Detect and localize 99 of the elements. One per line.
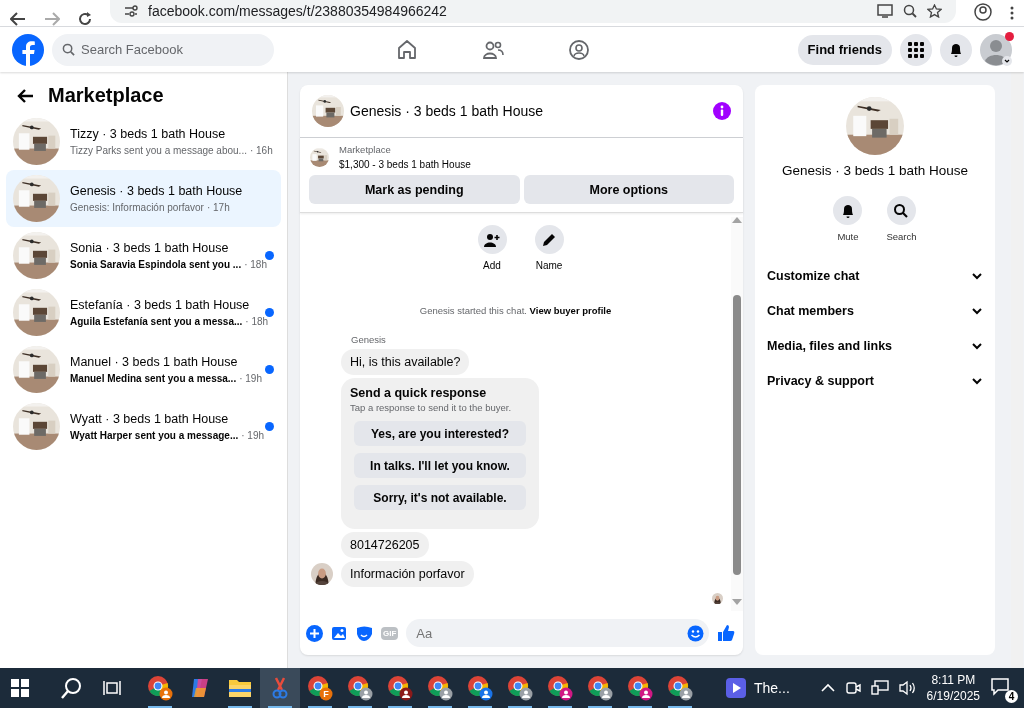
menu-icon[interactable]: [1010, 6, 1014, 20]
sender-name: Genesis: [351, 334, 387, 345]
section-header[interactable]: Media, files and links: [755, 328, 995, 363]
conversation-item[interactable]: Tizzy · 3 beds 1 bath House Tizzy Parks sent you a message abou... · 16h: [6, 113, 281, 170]
message-preview: Aguila Estefanía sent you a messa...: [70, 316, 243, 327]
quick-reply-button[interactable]: Sorry, it's not available.: [354, 485, 526, 510]
timestamp: · 18h: [244, 259, 267, 270]
task-view-icon: [103, 680, 121, 696]
folder-icon: [228, 677, 252, 699]
message-preview: Wyatt Harper sent you a message...: [70, 430, 239, 441]
conversation-item[interactable]: Wyatt · 3 beds 1 bath House Wyatt Harper sent you a message... · 19h: [6, 398, 281, 455]
chat-title: Genesis · 3 beds 1 bath House: [350, 103, 544, 119]
conversation-title: Wyatt · 3 beds 1 bath House: [70, 412, 230, 426]
message-preview: Sonia Saravia Espindola sent you ...: [70, 259, 242, 270]
add-person-button[interactable]: [477, 225, 507, 254]
section-header[interactable]: Customize chat: [755, 258, 995, 293]
star-icon[interactable]: [927, 4, 942, 18]
message-preview: Genesis: Información porfavor: [70, 202, 204, 213]
listing-summary: $1,300 - 3 beds 1 bath House: [339, 159, 471, 170]
chevron-up-icon[interactable]: [820, 683, 835, 693]
zoom-icon[interactable]: [903, 4, 917, 18]
account-avatar[interactable]: [980, 33, 1012, 66]
page-scrollbar[interactable]: [1011, 72, 1023, 668]
notification-icon[interactable]: [990, 676, 1010, 696]
mute-button[interactable]: [833, 196, 863, 225]
details-title: Genesis · 3 beds 1 bath House: [781, 163, 969, 178]
profile-icon[interactable]: [974, 3, 992, 21]
search-icon: [61, 677, 83, 699]
conversation-title: Tizzy · 3 beds 1 bath House: [70, 127, 227, 141]
plus-icon[interactable]: [306, 624, 323, 642]
grid-icon: [908, 41, 924, 58]
section-header[interactable]: Privacy & support: [755, 363, 995, 398]
notification-count: 4: [1005, 690, 1018, 703]
address-bar[interactable]: facebook.com/messages/t/23880354984966242: [110, 0, 956, 23]
message-preview: Tizzy Parks sent you a message abou...: [70, 145, 247, 156]
section-header[interactable]: Chat members: [755, 293, 995, 328]
conversation-title: Estefanía · 3 beds 1 bath House: [70, 298, 251, 312]
conversation-item[interactable]: Sonia · 3 beds 1 bath House Sonia Saravia Espindola sent you ... · 18h: [6, 227, 281, 284]
timestamp: · 19h: [241, 430, 264, 441]
back-arrow-icon[interactable]: [16, 87, 34, 104]
quick-reply-button[interactable]: In talks. I'll let you know.: [354, 453, 526, 478]
pencil-icon: [541, 231, 557, 248]
buyer-profile-link[interactable]: View buyer profile: [529, 305, 612, 316]
edit-button[interactable]: [534, 225, 564, 254]
card-subtitle: Tap a response to send it to the buyer.: [350, 402, 513, 413]
message-bubble: Información porfavor: [341, 561, 474, 587]
action-label: Add: [483, 260, 501, 271]
groups-icon[interactable]: [568, 38, 590, 61]
search-icon: [893, 202, 910, 219]
action-label: Search: [886, 231, 917, 242]
timestamp: · 16h: [249, 145, 273, 156]
taskbar-window[interactable]: The...: [720, 668, 796, 708]
action-label: Name: [535, 260, 563, 271]
message-bubble: Hi, is this available?: [341, 349, 470, 375]
notifications-button[interactable]: [940, 33, 972, 66]
conversation-item[interactable]: Genesis · 3 beds 1 bath House Genesis: Información porfavor · 17h: [6, 170, 281, 227]
menu-button[interactable]: [900, 33, 932, 66]
clock[interactable]: 8:11 PM 6/19/2025: [926, 672, 980, 704]
chat-start-notice: Genesis started this chat. View buyer profile: [418, 305, 613, 316]
volume-icon[interactable]: [898, 680, 917, 696]
card-title: Send a quick response: [350, 386, 488, 400]
back-icon[interactable]: [10, 12, 26, 26]
conversation-title: Manuel · 3 beds 1 bath House: [70, 355, 239, 369]
conversation-title: Sonia · 3 beds 1 bath House: [70, 241, 230, 255]
timestamp: · 18h: [245, 316, 269, 327]
thumbs-up-icon[interactable]: [717, 624, 735, 642]
action-label: Mute: [837, 231, 859, 242]
add-person-icon: [484, 231, 500, 248]
message-bubble: 8014726205: [341, 532, 429, 558]
search-field[interactable]: Search Facebook: [52, 33, 274, 66]
bell-icon: [948, 41, 964, 58]
message-input[interactable]: Aa: [406, 619, 709, 647]
sidebar-title: Marketplace: [48, 84, 164, 107]
image-icon[interactable]: [331, 624, 348, 642]
find-friends-button[interactable]: Find friends: [797, 34, 892, 65]
timestamp: · 19h: [239, 373, 262, 384]
video-icon: [726, 678, 746, 698]
conversation-item[interactable]: Estefanía · 3 beds 1 bath House Aguila Estefanía sent you a messa... · 18h: [6, 284, 281, 341]
windows-icon: [11, 679, 29, 697]
listing-label: Marketplace: [339, 144, 392, 155]
sticker-icon[interactable]: [356, 624, 373, 642]
quick-reply-button[interactable]: Yes, are you interested?: [354, 421, 526, 446]
conversation-item[interactable]: Manuel · 3 beds 1 bath House Manuel Medina sent you a messa... · 19h: [6, 341, 281, 398]
search-icon: [62, 43, 75, 56]
conversation-title: Genesis · 3 beds 1 bath House: [70, 184, 244, 198]
emoji-icon[interactable]: [687, 624, 704, 642]
site-settings-icon: [124, 5, 138, 17]
info-icon[interactable]: [713, 102, 731, 120]
camera-icon[interactable]: [844, 680, 861, 696]
action-button[interactable]: Mark as pending: [309, 175, 520, 204]
search-button[interactable]: [887, 196, 916, 225]
network-icon[interactable]: [870, 680, 889, 696]
message-preview: Manuel Medina sent you a messa...: [70, 373, 237, 384]
action-button[interactable]: More options: [523, 175, 734, 204]
logo-icon[interactable]: [12, 33, 44, 66]
reload-icon[interactable]: [78, 12, 92, 26]
install-icon[interactable]: [877, 4, 893, 18]
timestamp: · 17h: [206, 202, 230, 213]
home-icon[interactable]: [396, 38, 418, 61]
